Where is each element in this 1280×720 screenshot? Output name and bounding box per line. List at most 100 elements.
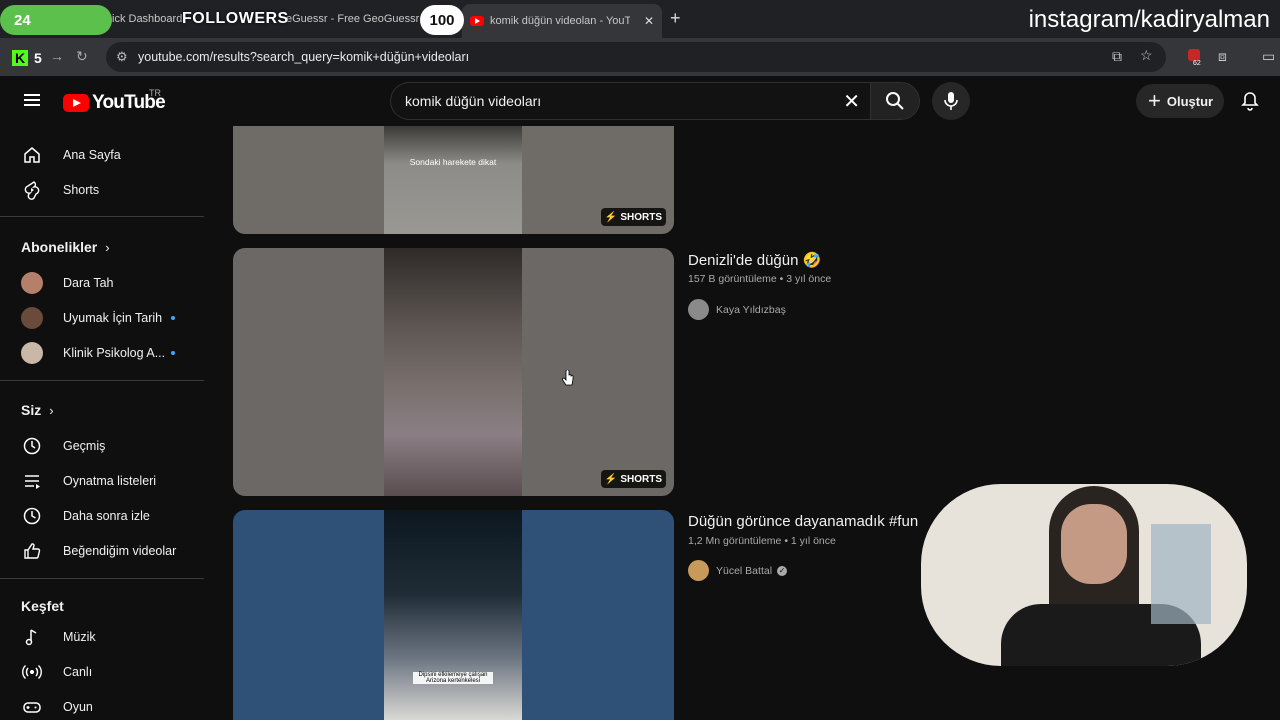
extension-badge: 62 — [1193, 60, 1201, 67]
sidepanel-icon[interactable]: ▭ — [1262, 48, 1275, 65]
sidebar-item-playlists[interactable]: Oynatma listeleri — [0, 464, 204, 498]
clear-search-icon[interactable]: ✕ — [843, 89, 860, 114]
thumbnail-caption: Dipsini etkilemeye çalışan Arizona kerte… — [413, 672, 493, 684]
create-label: Oluştur — [1166, 93, 1214, 109]
sidebar-item-label: Beğendiğim videolar — [63, 544, 177, 558]
voice-search-button[interactable] — [932, 82, 970, 120]
divider — [0, 578, 204, 579]
address-bar[interactable]: ⚙ youtube.com/results?search_query=komik… — [106, 42, 1166, 72]
sidebar-item-subscription[interactable]: Klinik Psikolog A... — [0, 336, 204, 370]
sidebar-item-label: Müzik — [63, 630, 96, 644]
counter-value: 24 — [14, 11, 31, 29]
channel-name: Kaya Yıldızbaş — [716, 303, 786, 316]
tab-youtube-active[interactable]: komik düğün videolan - YouTu ✕ — [462, 4, 662, 38]
browser-toolbar: K 5 → ↻ ⚙ youtube.com/results?search_que… — [0, 38, 1280, 76]
you-heading[interactable]: Siz › — [21, 402, 54, 418]
tab-geoguessr[interactable]: eGuessr - Free GeoGuessr A — [286, 6, 420, 32]
sidebar-item-label: Daha sonra izle — [63, 509, 150, 523]
sidebar-item-label: Shorts — [63, 183, 100, 197]
view-count: 157 B görüntüleme — [688, 273, 777, 285]
video-thumbnail[interactable]: Sondaki harekete dikat ⚡ SHORTS — [233, 126, 674, 234]
sidebar: Ana Sayfa Shorts Abonelikler › Dara Tah U… — [0, 126, 204, 720]
install-icon[interactable]: ⧉ — [1112, 48, 1122, 65]
new-content-dot — [171, 351, 175, 355]
tab-label: ick Dashboard — [112, 13, 183, 25]
sidebar-item-shorts[interactable]: Shorts — [0, 173, 204, 207]
bookmark-star-icon[interactable]: ☆ — [1140, 47, 1153, 64]
like-icon — [24, 543, 41, 559]
followers-count: 100 — [420, 5, 464, 35]
forward-icon[interactable]: → — [50, 48, 64, 64]
subscriptions-heading-label: Abonelikler — [21, 239, 98, 255]
shorts-badge: ⚡ SHORTS — [600, 208, 666, 226]
sidebar-item-home[interactable]: Ana Sayfa — [0, 138, 204, 172]
video-thumbnail[interactable]: ⚡ SHORTS — [233, 248, 674, 496]
watch-later-icon — [23, 507, 41, 525]
music-icon — [25, 629, 37, 646]
microphone-icon — [944, 92, 958, 110]
sidebar-item-live[interactable]: Canlı — [0, 655, 204, 689]
channel-link[interactable]: Yücel Battal ✓ — [688, 560, 788, 581]
sidebar-item-liked-videos[interactable]: Beğendiğim videolar — [0, 534, 204, 568]
verified-check-icon: ✓ — [777, 565, 788, 576]
webcam-overlay — [921, 484, 1247, 666]
shorts-badge: ⚡ SHORTS — [600, 470, 666, 488]
kick-logo-icon: K — [12, 50, 28, 66]
history-icon — [23, 437, 41, 455]
sidebar-item-music[interactable]: Müzik — [0, 620, 204, 654]
background-chair — [1151, 524, 1211, 624]
upload-age: 3 yıl önce — [786, 273, 832, 285]
channel-name: Yücel Battal — [716, 564, 773, 577]
search-input[interactable]: komik düğün videoları ✕ — [390, 82, 870, 120]
shorts-badge-label: SHORTS — [620, 473, 662, 485]
video-title[interactable]: Düğün görünce dayanamadık #fun — [688, 513, 928, 530]
reload-icon[interactable]: ↻ — [76, 48, 88, 65]
extensions-puzzle-icon[interactable]: ⧈ — [1218, 48, 1227, 65]
sidebar-item-label: Uyumak İçin Tarih — [63, 311, 163, 325]
shorts-bolt-icon: ⚡ — [604, 211, 618, 223]
tab-dashboard[interactable]: ick Dashboard — [112, 6, 182, 32]
youtube-logo[interactable]: YouTube TR — [63, 88, 166, 114]
sidebar-item-subscription[interactable]: Dara Tah — [0, 266, 204, 300]
channel-link[interactable]: Kaya Yıldızbaş — [688, 299, 786, 320]
notifications-bell-icon[interactable] — [1240, 91, 1260, 111]
site-info-icon[interactable]: ⚙ — [116, 49, 128, 65]
plus-icon: + — [1148, 88, 1161, 113]
menu-icon[interactable] — [24, 94, 40, 106]
search-button[interactable] — [870, 82, 920, 120]
url-text: youtube.com/results?search_query=komik+d… — [138, 50, 470, 64]
close-icon[interactable]: ✕ — [644, 14, 654, 28]
upload-age: 1 yıl önce — [790, 535, 836, 547]
subscriptions-heading[interactable]: Abonelikler › — [21, 239, 110, 255]
youtube-header: YouTube TR komik düğün videoları ✕ + Olu… — [0, 76, 1280, 126]
video-metadata: 1,2 Mn görüntüleme • 1 yıl önce — [688, 535, 836, 547]
thumbnail-video-frame: Dipsini etkilemeye çalışan Arizona kerte… — [384, 510, 522, 720]
you-heading-label: Siz — [21, 402, 42, 418]
video-title[interactable]: Denizli'de düğün 🤣 — [688, 251, 821, 269]
create-button[interactable]: + Oluştur — [1136, 84, 1224, 118]
kick-count: 5 — [34, 50, 42, 66]
new-tab-button[interactable]: + — [670, 8, 681, 29]
home-icon — [24, 147, 40, 163]
sidebar-item-label: Klinik Psikolog A... — [63, 346, 166, 360]
search-icon — [886, 92, 904, 110]
shorts-icon — [24, 181, 40, 200]
avatar — [688, 560, 709, 581]
avatar — [688, 299, 709, 320]
meta-separator: • — [784, 535, 791, 547]
followers-label: FOLLOWERS — [182, 10, 289, 27]
sidebar-item-watch-later[interactable]: Daha sonra izle — [0, 499, 204, 533]
sidebar-item-history[interactable]: Geçmiş — [0, 429, 204, 463]
sidebar-item-label: Oynatma listeleri — [63, 474, 157, 488]
video-thumbnail[interactable]: Dipsini etkilemeye çalışan Arizona kerte… — [233, 510, 674, 720]
sidebar-item-gaming[interactable]: Oyun — [0, 690, 204, 720]
thumbnail-video-frame — [384, 248, 522, 496]
avatar — [21, 272, 43, 294]
sidebar-item-subscription[interactable]: Uyumak İçin Tarih — [0, 301, 204, 335]
shorts-bolt-icon: ⚡ — [604, 473, 618, 485]
chevron-right-icon: › — [105, 240, 110, 255]
sidebar-item-label: Geçmiş — [63, 439, 106, 453]
sidebar-item-label: Dara Tah — [63, 276, 114, 290]
sidebar-item-label: Ana Sayfa — [63, 148, 121, 162]
hand-cursor-icon — [562, 370, 574, 386]
